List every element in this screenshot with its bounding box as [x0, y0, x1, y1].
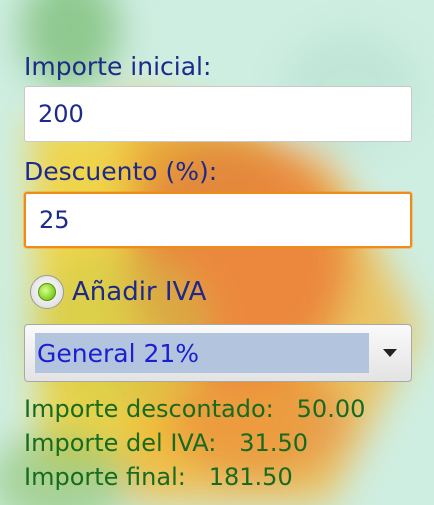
discounted-amount-label: Importe descontado:: [24, 395, 274, 423]
initial-amount-label: Importe inicial:: [24, 52, 212, 81]
radio-checked-indicator: [38, 283, 56, 301]
vat-type-selected: General 21%: [35, 333, 369, 373]
final-amount-value: 181.50: [208, 463, 293, 491]
vat-amount-label: Importe del IVA:: [24, 429, 217, 457]
final-amount-row: Importe final: 181.50: [24, 462, 293, 492]
initial-amount-field[interactable]: [24, 86, 412, 142]
initial-amount-input[interactable]: [38, 100, 411, 128]
add-vat-option[interactable]: Añadir IVA: [30, 272, 206, 312]
vat-amount-value: 31.50: [239, 429, 308, 457]
discounted-amount-row: Importe descontado: 50.00: [24, 394, 365, 424]
add-vat-radio[interactable]: [30, 275, 64, 309]
vat-amount-row: Importe del IVA: 31.50: [24, 428, 308, 458]
vat-type-dropdown[interactable]: General 21%: [24, 324, 412, 382]
discount-field[interactable]: [24, 192, 412, 248]
form-container: Importe inicial: Descuento (%): Añadir I…: [0, 0, 434, 505]
discount-label: Descuento (%):: [24, 157, 218, 186]
dropdown-arrow-icon: [383, 349, 397, 357]
discounted-amount-value: 50.00: [296, 395, 366, 423]
discount-input[interactable]: [39, 206, 410, 234]
add-vat-label: Añadir IVA: [72, 277, 207, 307]
final-amount-label: Importe final:: [24, 463, 186, 491]
